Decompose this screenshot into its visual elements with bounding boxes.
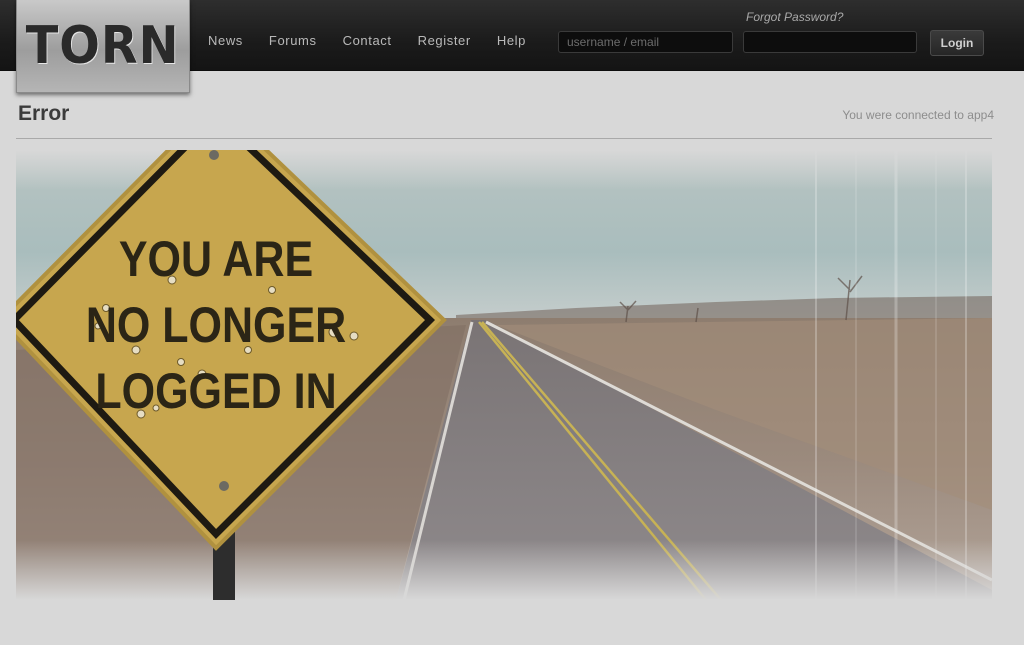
sign-line-1: YOU ARE [119,231,313,287]
top-navigation-bar: TORN News Forums Contact Register Help F… [0,0,1024,93]
main-nav: News Forums Contact Register Help [208,33,552,48]
sign-line-2: NO LONGER [86,297,346,353]
nav-register[interactable]: Register [418,33,471,48]
forgot-password-link[interactable]: Forgot Password? [746,10,843,24]
nav-news[interactable]: News [208,33,243,48]
username-input[interactable] [558,31,733,53]
nav-forums[interactable]: Forums [269,33,317,48]
page-title: Error [18,102,70,125]
nav-help[interactable]: Help [497,33,526,48]
torn-logo[interactable]: TORN [16,0,190,93]
road-scene-image: YOU ARE NO LONGER LOGGED IN [16,150,992,600]
login-button[interactable]: Login [930,30,984,56]
password-input[interactable] [743,31,917,53]
server-connection-text: You were connected to app4 [842,108,994,122]
logged-out-illustration: YOU ARE NO LONGER LOGGED IN [16,150,992,600]
sign-line-3: LOGGED IN [95,363,336,419]
nav-contact[interactable]: Contact [343,33,392,48]
logo-text: TORN [26,16,180,76]
title-divider [16,138,992,139]
